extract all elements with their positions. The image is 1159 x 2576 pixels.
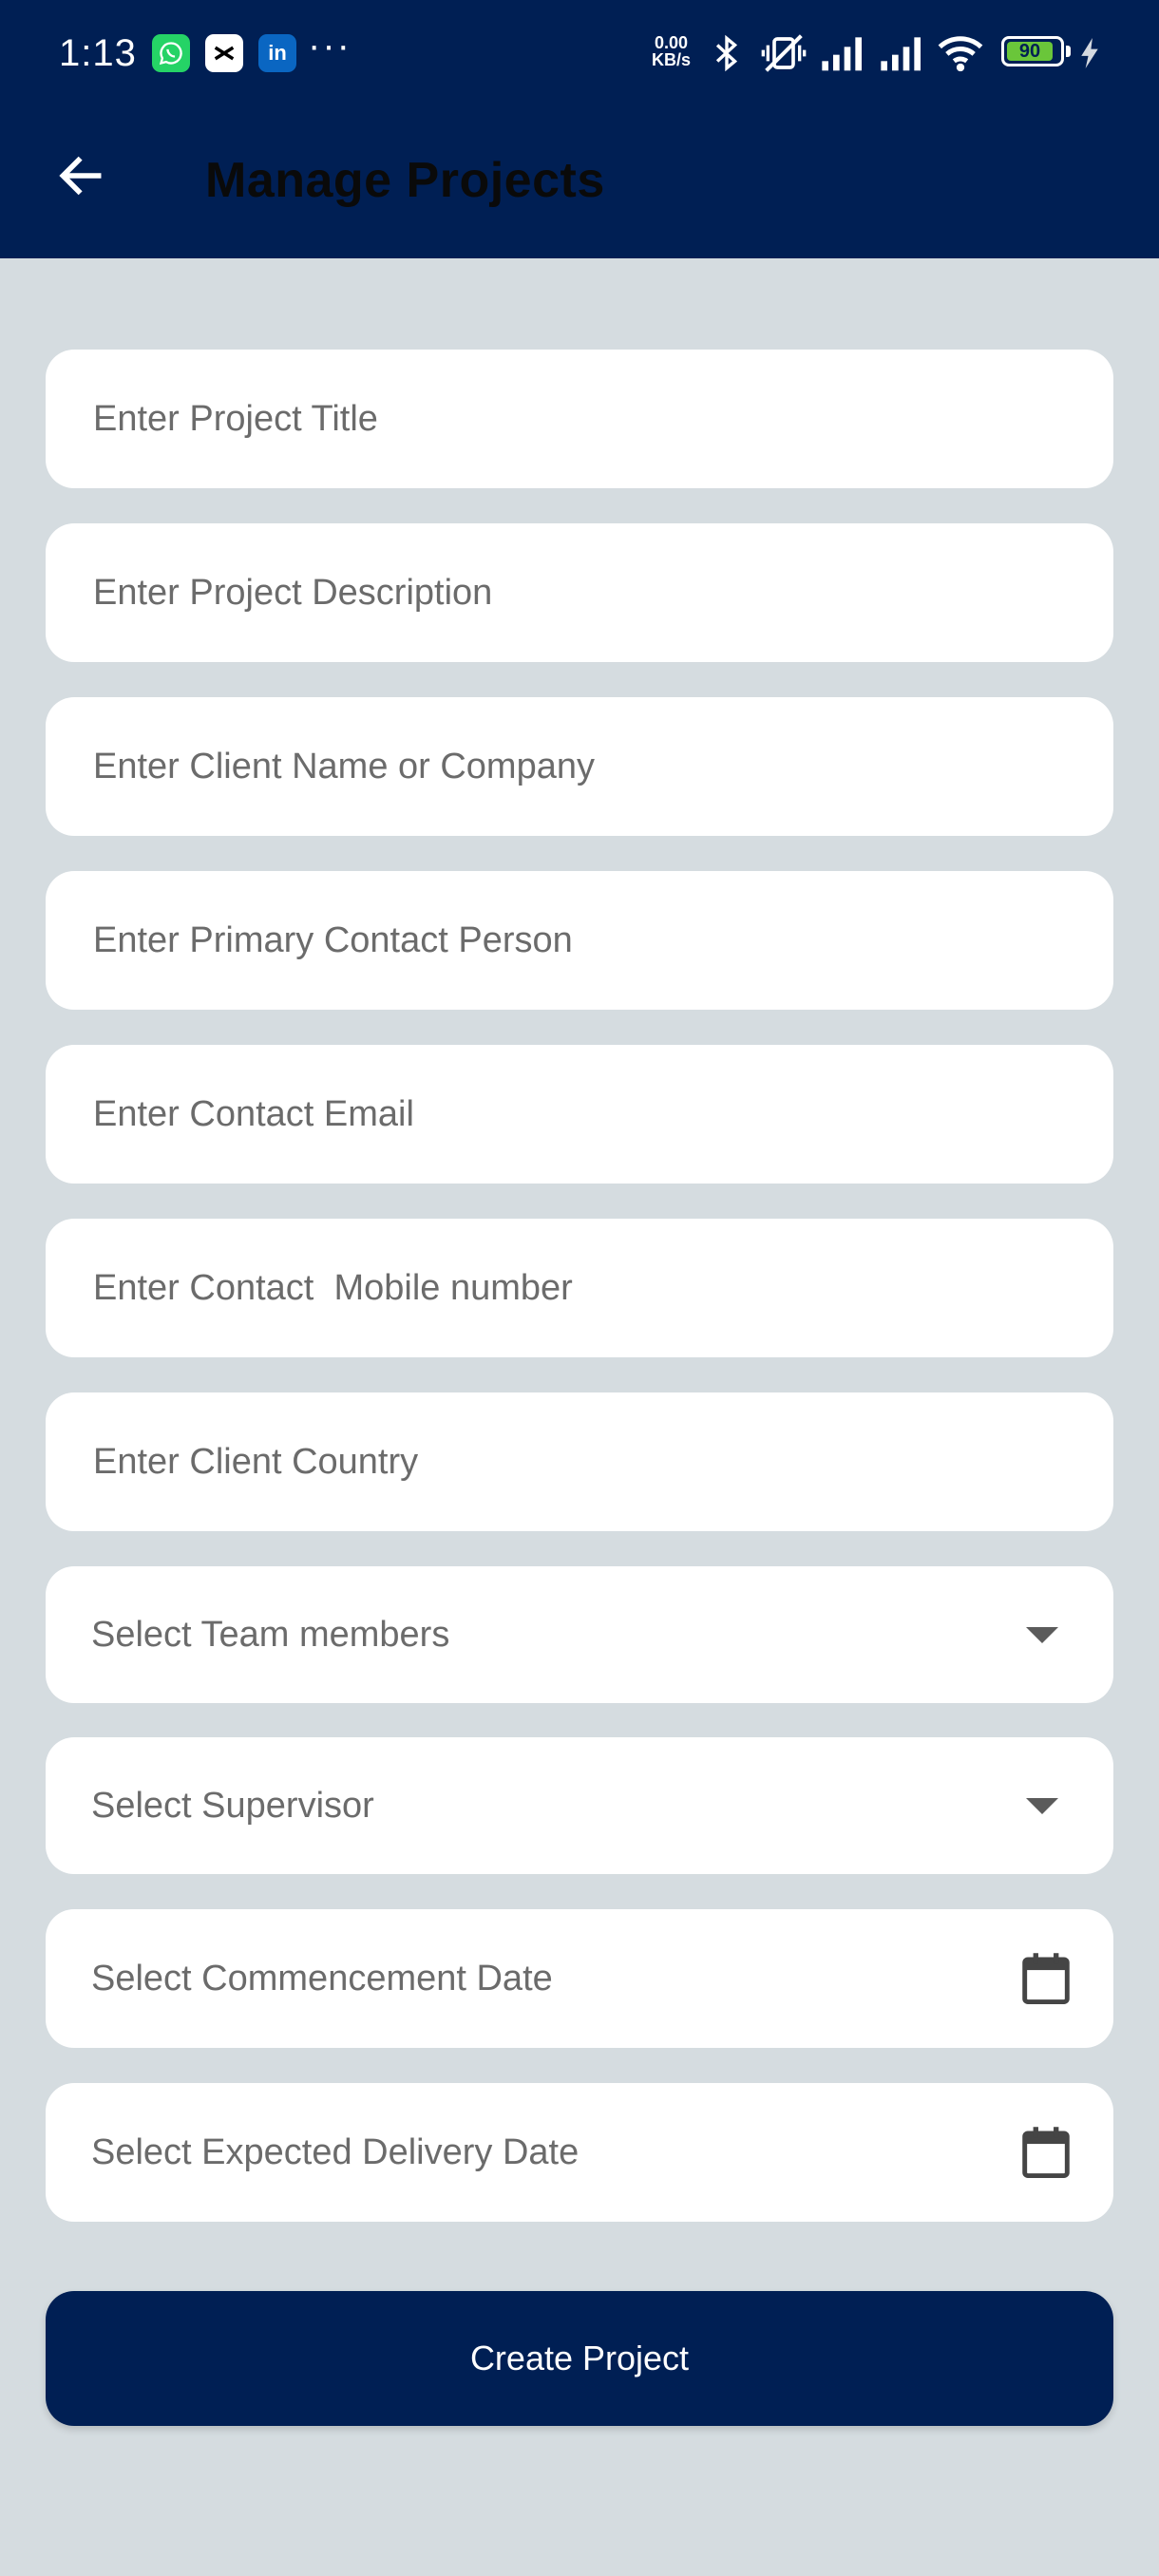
charging-icon: [1081, 38, 1098, 68]
page-title: Manage Projects: [205, 153, 605, 208]
dropdown-arrow-icon: [1026, 1797, 1058, 1814]
primary-contact-input[interactable]: [91, 919, 1075, 962]
back-button[interactable]: [48, 142, 114, 209]
bluetooth-icon: [715, 34, 738, 72]
contact-mobile-field[interactable]: [46, 1219, 1113, 1357]
dropdown-arrow-icon: [1026, 1626, 1058, 1643]
contact-mobile-input[interactable]: [91, 1266, 1075, 1310]
client-name-field[interactable]: [46, 697, 1113, 836]
contact-email-input[interactable]: [91, 1092, 1075, 1136]
delivery-date-picker[interactable]: Select Expected Delivery Date: [46, 2083, 1113, 2222]
project-title-field[interactable]: [46, 350, 1113, 488]
commencement-date-label: Select Commencement Date: [91, 1958, 553, 1998]
arrow-left-icon: [59, 156, 102, 196]
team-members-dropdown[interactable]: Select Team members: [46, 1566, 1113, 1703]
project-description-field[interactable]: [46, 523, 1113, 662]
network-speed-unit: KB/s: [652, 50, 692, 69]
signal-icon: [822, 37, 862, 71]
network-speed-value: 0.00: [654, 33, 689, 52]
commencement-date-picker[interactable]: Select Commencement Date: [46, 1909, 1113, 2048]
battery-icon: 90: [1001, 36, 1064, 66]
network-speed: 0.00 KB/s: [652, 34, 691, 68]
calendar-icon[interactable]: [1020, 2125, 1072, 2180]
wifi-icon: [938, 36, 983, 72]
linkedin-icon: in: [258, 34, 296, 72]
status-bar: 1:13 in ··· 0.00 KB/s 90: [0, 0, 1159, 106]
create-project-button[interactable]: Create Project: [46, 2291, 1113, 2426]
status-time: 1:13: [59, 32, 137, 74]
project-description-input[interactable]: [91, 571, 1075, 615]
vibrate-off-icon: [761, 34, 807, 72]
whatsapp-icon: [152, 34, 190, 72]
primary-contact-field[interactable]: [46, 871, 1113, 1010]
battery-level: 90: [1007, 41, 1053, 62]
app-bar: 1:13 in ··· 0.00 KB/s 90 Manage Projects: [0, 0, 1159, 258]
calendar-icon[interactable]: [1020, 1951, 1072, 2006]
client-name-input[interactable]: [91, 745, 1075, 788]
client-country-field[interactable]: [46, 1392, 1113, 1531]
delivery-date-label: Select Expected Delivery Date: [91, 2131, 580, 2172]
supervisor-dropdown[interactable]: Select Supervisor: [46, 1737, 1113, 1874]
more-notifications-icon: ···: [308, 25, 352, 66]
contact-email-field[interactable]: [46, 1045, 1113, 1184]
client-country-input[interactable]: [91, 1440, 1075, 1484]
project-title-input[interactable]: [91, 397, 1075, 441]
battery-tip: [1066, 46, 1071, 57]
capcut-icon: [205, 34, 243, 72]
signal-2-icon: [881, 37, 921, 71]
team-members-label: Select Team members: [91, 1614, 450, 1655]
supervisor-label: Select Supervisor: [91, 1785, 374, 1826]
